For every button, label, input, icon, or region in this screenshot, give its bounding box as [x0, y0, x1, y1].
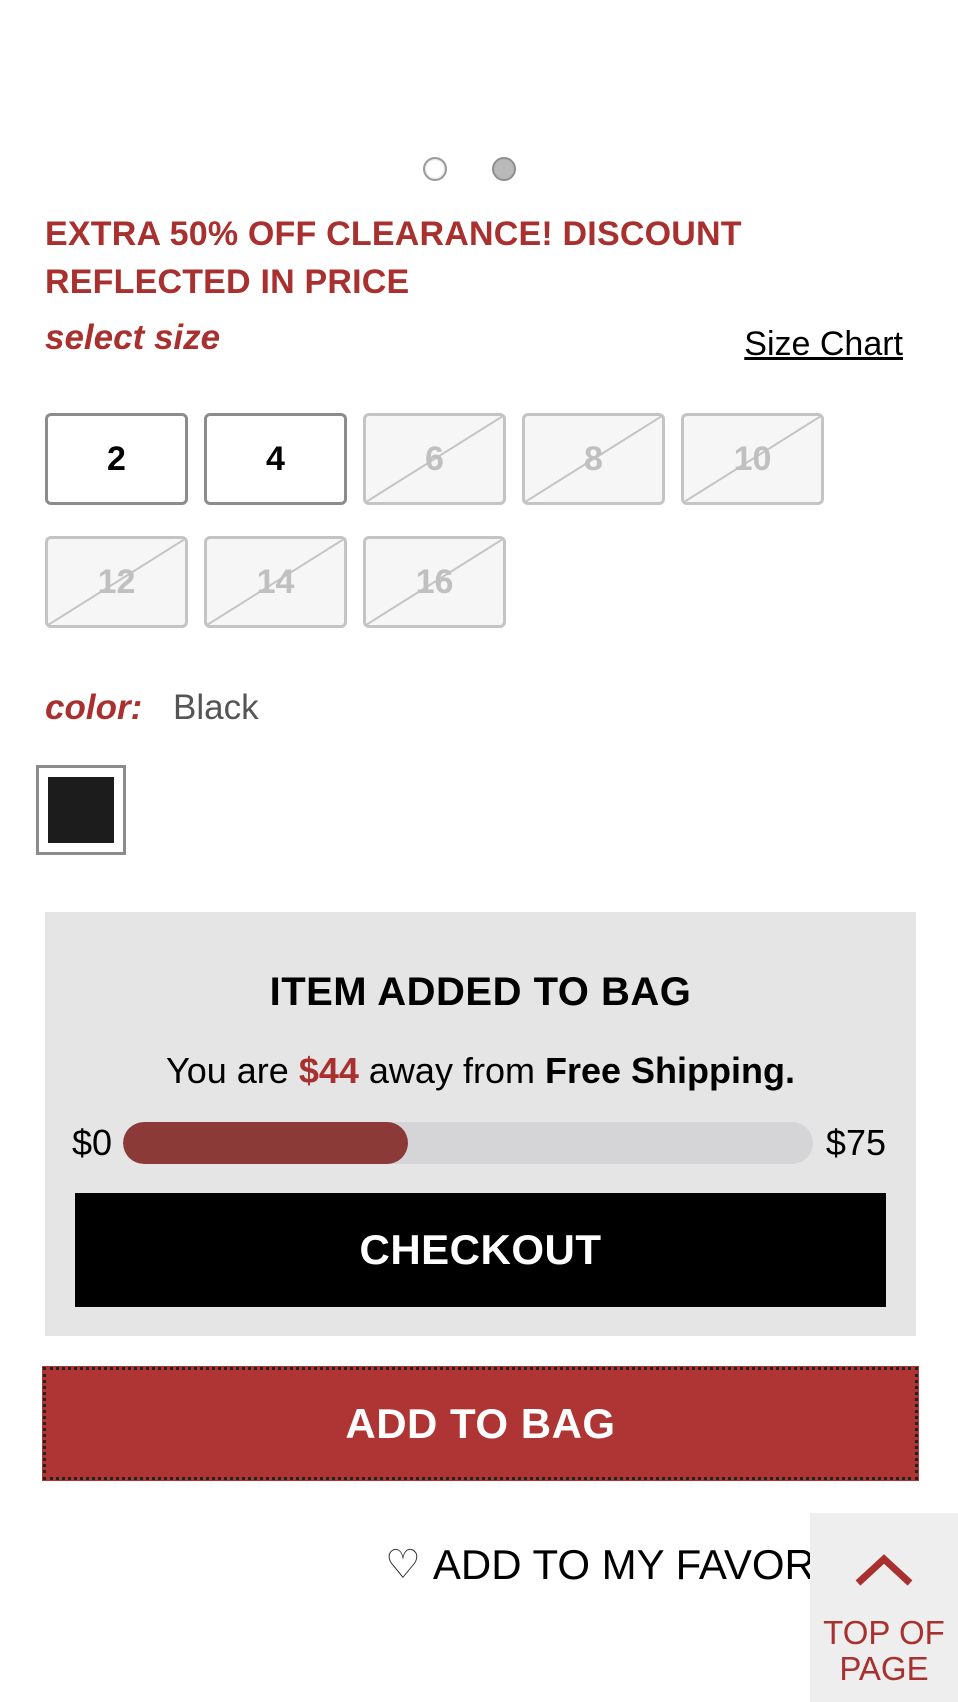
size-option-6[interactable]: 6 — [363, 413, 506, 505]
size-chart-link[interactable]: Size Chart — [744, 325, 903, 364]
checkout-button[interactable]: CHECKOUT — [75, 1193, 886, 1307]
carousel-dot-2[interactable] — [492, 157, 516, 181]
amount-away: $44 — [298, 1050, 359, 1091]
size-option-8[interactable]: 8 — [522, 413, 665, 505]
color-swatch-black[interactable] — [36, 765, 126, 855]
shipping-progress-fill — [123, 1122, 408, 1164]
size-option-16[interactable]: 16 — [363, 536, 506, 628]
item-added-title: ITEM ADDED TO BAG — [269, 970, 692, 1014]
free-shipping-message: You are $44 away from Free Shipping. — [166, 1050, 795, 1091]
color-value: Black — [173, 688, 259, 727]
carousel-dots — [0, 157, 958, 183]
size-option-14[interactable]: 14 — [204, 536, 347, 628]
size-option-10[interactable]: 10 — [681, 413, 824, 505]
chevron-up-icon — [855, 1554, 913, 1586]
promo-message: EXTRA 50% OFF CLEARANCE! DISCOUNT REFLEC… — [45, 215, 742, 301]
progress-min-label: $0 — [72, 1122, 113, 1163]
shipping-progress-bar — [123, 1122, 813, 1164]
heart-icon: ♡ — [385, 1543, 421, 1587]
progress-max-label: $75 — [825, 1122, 886, 1163]
top-of-page-label: TOP OF PAGE — [823, 1614, 945, 1687]
add-to-bag-button[interactable]: ADD TO BAG — [42, 1366, 919, 1481]
top-of-page-button[interactable]: TOP OF PAGE — [810, 1513, 958, 1702]
size-option-4[interactable]: 4 — [204, 413, 347, 505]
swatch-fill — [48, 777, 114, 843]
size-option-12[interactable]: 12 — [45, 536, 188, 628]
select-size-label: select size — [45, 318, 221, 357]
color-label: color: — [45, 688, 143, 727]
carousel-dot-1[interactable] — [423, 157, 447, 181]
item-added-panel: ITEM ADDED TO BAG You are $44 away from … — [45, 912, 916, 1336]
size-option-2[interactable]: 2 — [45, 413, 188, 505]
